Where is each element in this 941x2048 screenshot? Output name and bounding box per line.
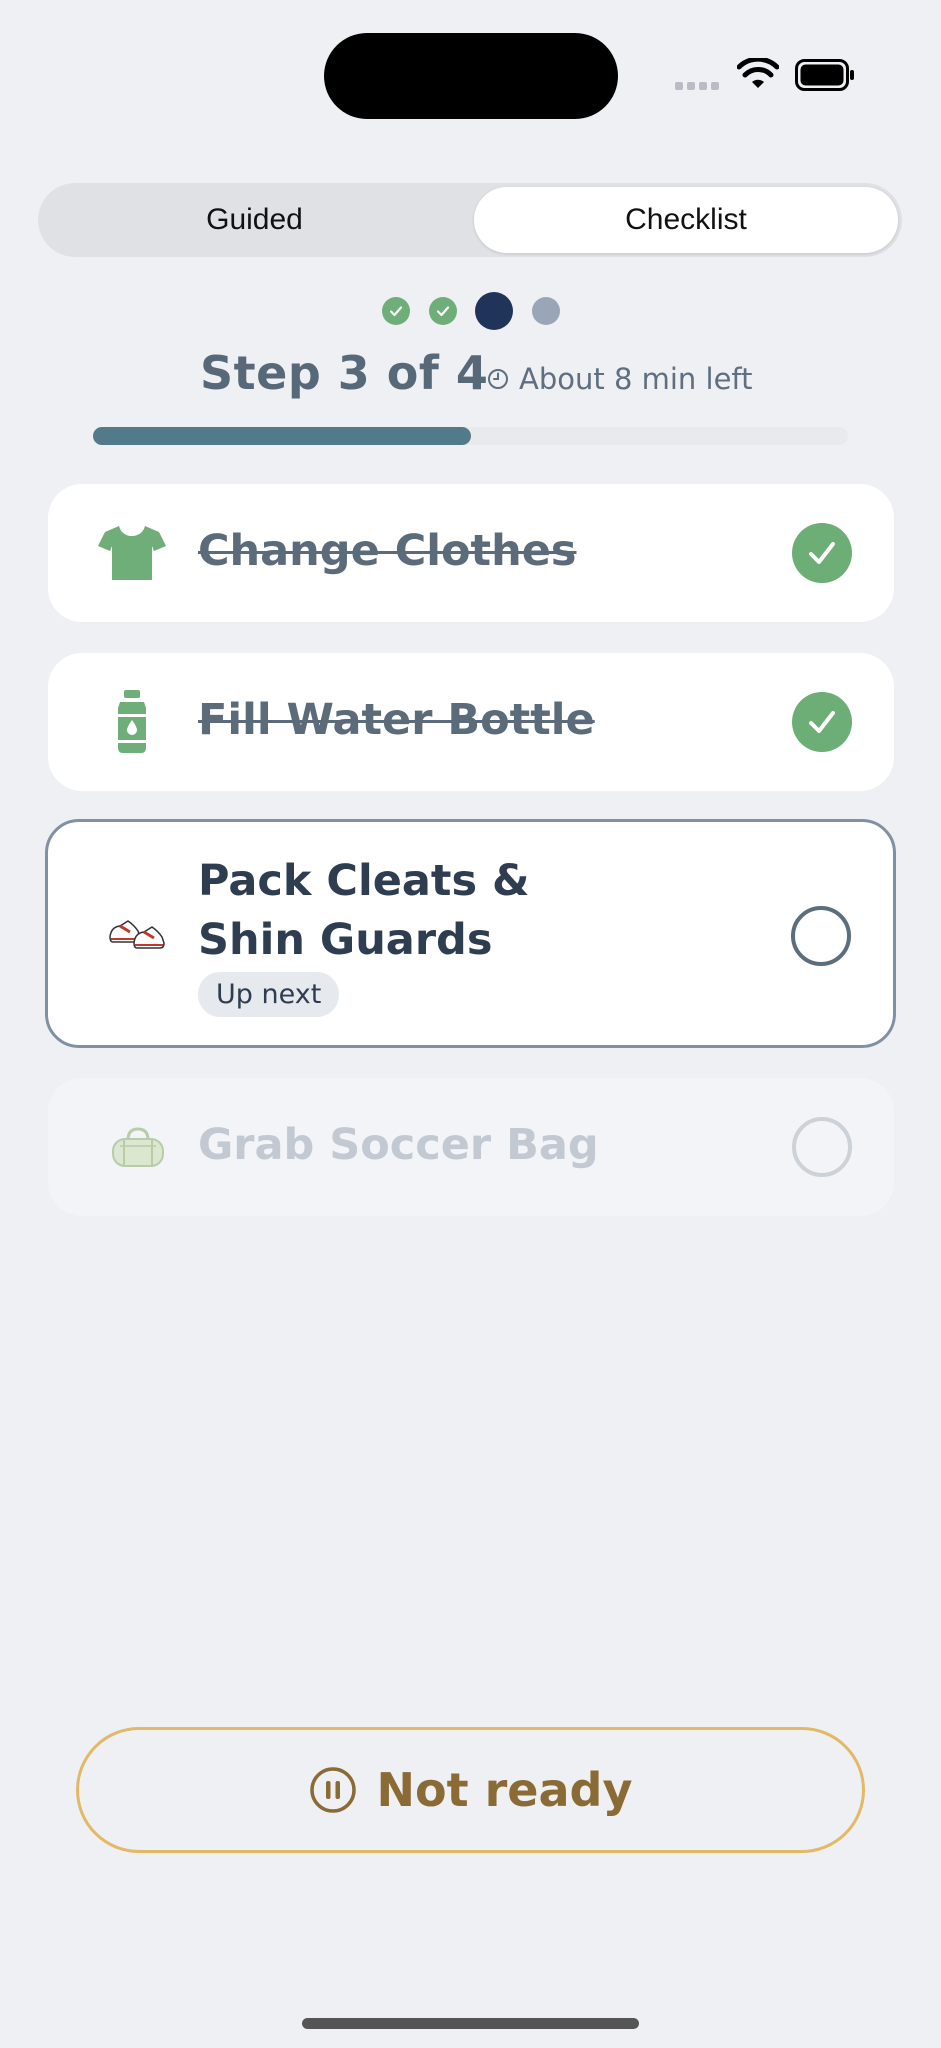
step-title: Step 3 of 4 — [200, 346, 489, 400]
not-ready-label: Not ready — [376, 1763, 633, 1817]
dynamic-island — [324, 33, 618, 119]
task-label-line-2: Shin Guards — [198, 915, 493, 965]
task-label: Pack Cleats & Shin Guards — [198, 852, 530, 970]
tab-checklist[interactable]: Checklist — [474, 187, 898, 253]
task-card-change-clothes[interactable]: Change Clothes — [48, 484, 894, 622]
task-card-pack-cleats[interactable]: Pack Cleats & Shin Guards Up next — [45, 819, 896, 1048]
water-bottle-icon — [90, 680, 174, 764]
clock-icon — [488, 369, 508, 389]
tab-guided[interactable]: Guided — [42, 187, 467, 253]
checkmark-icon — [436, 306, 450, 317]
shirt-icon — [90, 511, 174, 595]
cleats-icon — [96, 892, 180, 976]
wifi-icon — [737, 58, 779, 88]
home-indicator[interactable] — [302, 2018, 639, 2029]
empty-checkbox-icon[interactable] — [791, 906, 851, 966]
task-label: Change Clothes — [198, 526, 577, 576]
progress-bar-fill — [93, 427, 471, 445]
step-dot-completed — [382, 297, 410, 325]
empty-checkbox-icon[interactable] — [792, 1117, 852, 1177]
progress-bar — [93, 427, 848, 445]
task-label: Grab Soccer Bag — [198, 1120, 599, 1170]
step-dot-upcoming — [532, 297, 560, 325]
task-card-grab-soccer-bag[interactable]: Grab Soccer Bag — [48, 1078, 894, 1216]
up-next-badge: Up next — [198, 972, 340, 1017]
step-dot-current — [475, 292, 513, 330]
checkmark-icon — [389, 306, 403, 317]
step-dot-completed — [429, 297, 457, 325]
step-indicator — [0, 292, 941, 332]
checkmark-icon[interactable] — [792, 523, 852, 583]
task-label-line-1: Pack Cleats & — [198, 856, 530, 906]
task-label: Fill Water Bottle — [198, 695, 595, 745]
duffel-bag-icon — [96, 1105, 180, 1189]
pause-icon — [309, 1767, 356, 1813]
not-ready-button[interactable]: Not ready — [76, 1727, 865, 1853]
battery-icon — [795, 59, 854, 91]
task-card-fill-water-bottle[interactable]: Fill Water Bottle — [48, 653, 894, 791]
time-remaining: About 8 min left — [487, 362, 753, 396]
mode-segmented-control: Guided Checklist — [38, 183, 902, 257]
time-remaining-text: About 8 min left — [519, 362, 753, 396]
checkmark-icon[interactable] — [792, 692, 852, 752]
cellular-signal-icon — [675, 82, 719, 90]
